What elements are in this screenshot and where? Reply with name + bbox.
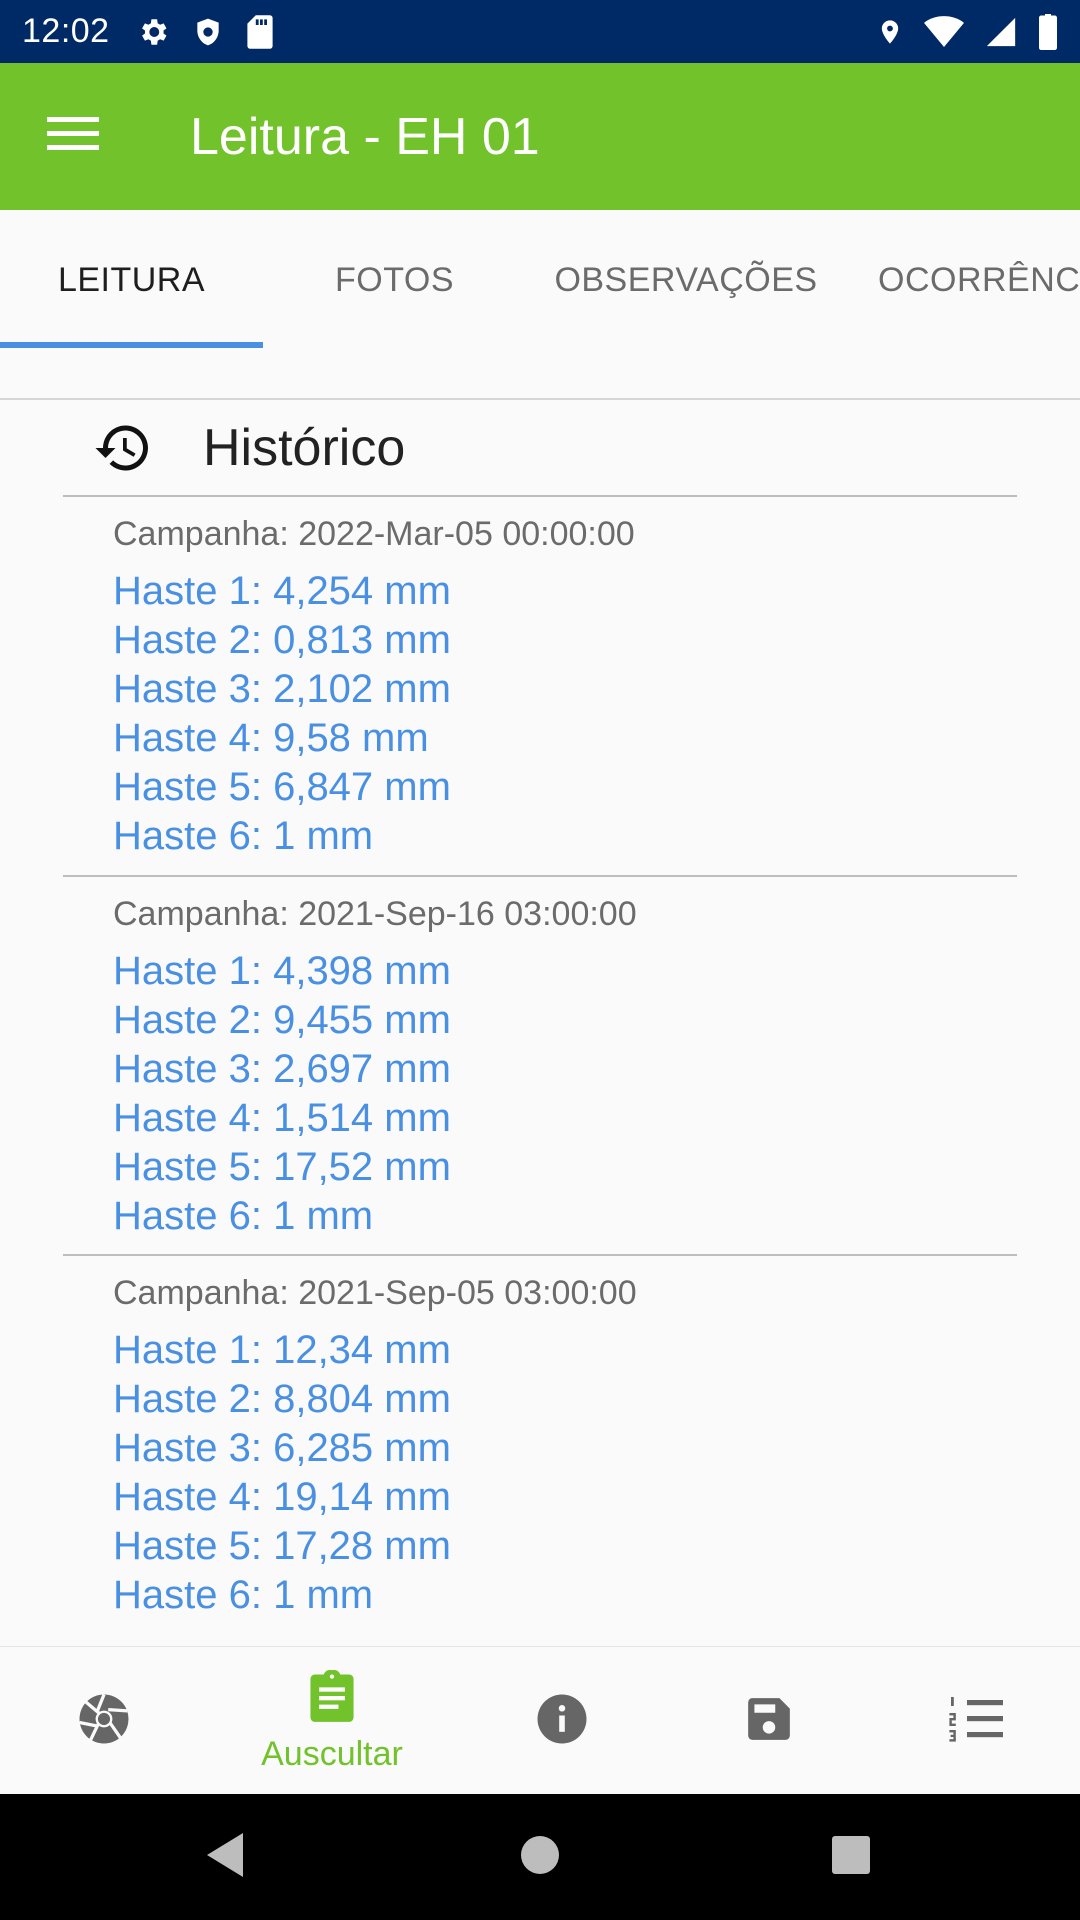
- menu-button[interactable]: [0, 63, 146, 210]
- system-navigation-bar: [0, 1794, 1080, 1920]
- page-title: Leitura - EH 01: [190, 107, 540, 166]
- history-title: Histórico: [203, 418, 406, 477]
- battery-icon: [1038, 13, 1058, 50]
- haste-value[interactable]: Haste 4: 9,58 mm: [113, 714, 451, 763]
- camera-shutter-icon: [76, 1691, 132, 1752]
- haste-list: Haste 1: 4,398 mm Haste 2: 9,455 mm Hast…: [113, 947, 451, 1241]
- haste-value[interactable]: Haste 4: 19,14 mm: [113, 1473, 451, 1522]
- history-icon: [93, 418, 153, 478]
- tab-indicator: [0, 342, 263, 348]
- sd-card-icon: [246, 14, 274, 49]
- campaign-card: Campanha: 2021-Sep-16 03:00:00 Haste 1: …: [63, 877, 1017, 1256]
- back-button[interactable]: [180, 1794, 270, 1920]
- haste-value[interactable]: Haste 6: 1 mm: [113, 1571, 451, 1620]
- haste-value[interactable]: Haste 1: 12,34 mm: [113, 1326, 451, 1375]
- hamburger-menu-icon: [47, 114, 99, 159]
- haste-value[interactable]: Haste 5: 6,847 mm: [113, 763, 451, 812]
- haste-list: Haste 1: 12,34 mm Haste 2: 8,804 mm Hast…: [113, 1326, 451, 1620]
- settings-icon: [136, 15, 170, 49]
- haste-value[interactable]: Haste 2: 8,804 mm: [113, 1375, 451, 1424]
- signal-icon: [984, 15, 1018, 49]
- info-icon: [534, 1691, 590, 1752]
- back-icon: [203, 1831, 247, 1884]
- bottom-navigation: Auscultar: [0, 1646, 1080, 1794]
- tab-observacoes[interactable]: OBSERVAÇÕES: [526, 210, 846, 350]
- haste-value[interactable]: Haste 3: 2,697 mm: [113, 1045, 451, 1094]
- campaign-label: Campanha: 2022-Mar-05 00:00:00: [113, 515, 635, 553]
- app-bar: Leitura - EH 01: [0, 63, 1080, 210]
- save-icon: [744, 1694, 794, 1749]
- numbered-list-icon: [949, 1696, 1003, 1747]
- status-bar: 12:02: [0, 0, 1080, 63]
- nav-list-button[interactable]: [912, 1647, 1040, 1795]
- history-header: Histórico: [63, 400, 1017, 497]
- nav-auscultar-button[interactable]: Auscultar: [232, 1647, 432, 1795]
- haste-list: Haste 1: 4,254 mm Haste 2: 0,813 mm Hast…: [113, 567, 451, 861]
- nav-save-button[interactable]: [705, 1647, 833, 1795]
- haste-value[interactable]: Haste 6: 1 mm: [113, 1192, 451, 1241]
- nav-camera-button[interactable]: [40, 1647, 168, 1795]
- recents-button[interactable]: [806, 1794, 896, 1920]
- location-icon: [876, 15, 904, 49]
- tab-ocorrencias[interactable]: OCORRÊNCI: [878, 210, 1080, 350]
- haste-value[interactable]: Haste 5: 17,52 mm: [113, 1143, 451, 1192]
- campaign-card: Campanha: 2021-Sep-05 03:00:00 Haste 1: …: [63, 1256, 1017, 1646]
- campaign-label: Campanha: 2021-Sep-05 03:00:00: [113, 1274, 637, 1312]
- haste-value[interactable]: Haste 2: 9,455 mm: [113, 996, 451, 1045]
- haste-value[interactable]: Haste 3: 2,102 mm: [113, 665, 451, 714]
- haste-value[interactable]: Haste 6: 1 mm: [113, 812, 451, 861]
- recents-icon: [831, 1835, 871, 1880]
- tab-fotos[interactable]: FOTOS: [263, 210, 526, 350]
- haste-value[interactable]: Haste 5: 17,28 mm: [113, 1522, 451, 1571]
- haste-value[interactable]: Haste 2: 0,813 mm: [113, 616, 451, 665]
- nav-info-button[interactable]: [498, 1647, 626, 1795]
- shield-icon: [192, 15, 224, 49]
- nav-auscultar-label: Auscultar: [261, 1735, 403, 1773]
- home-button[interactable]: [495, 1794, 585, 1920]
- tab-bar: LEITURA FOTOS OBSERVAÇÕES OCORRÊNCI: [0, 210, 1080, 400]
- tab-leitura[interactable]: LEITURA: [0, 210, 263, 350]
- haste-value[interactable]: Haste 1: 4,398 mm: [113, 947, 451, 996]
- haste-value[interactable]: Haste 3: 6,285 mm: [113, 1424, 451, 1473]
- campaign-label: Campanha: 2021-Sep-16 03:00:00: [113, 895, 637, 933]
- haste-value[interactable]: Haste 4: 1,514 mm: [113, 1094, 451, 1143]
- clipboard-icon: [306, 1668, 358, 1729]
- status-time: 12:02: [22, 12, 110, 50]
- haste-value[interactable]: Haste 1: 4,254 mm: [113, 567, 451, 616]
- history-content[interactable]: Histórico Campanha: 2022-Mar-05 00:00:00…: [0, 400, 1080, 1646]
- wifi-icon: [924, 15, 964, 49]
- home-icon: [520, 1835, 560, 1880]
- campaign-card: Campanha: 2022-Mar-05 00:00:00 Haste 1: …: [63, 497, 1017, 877]
